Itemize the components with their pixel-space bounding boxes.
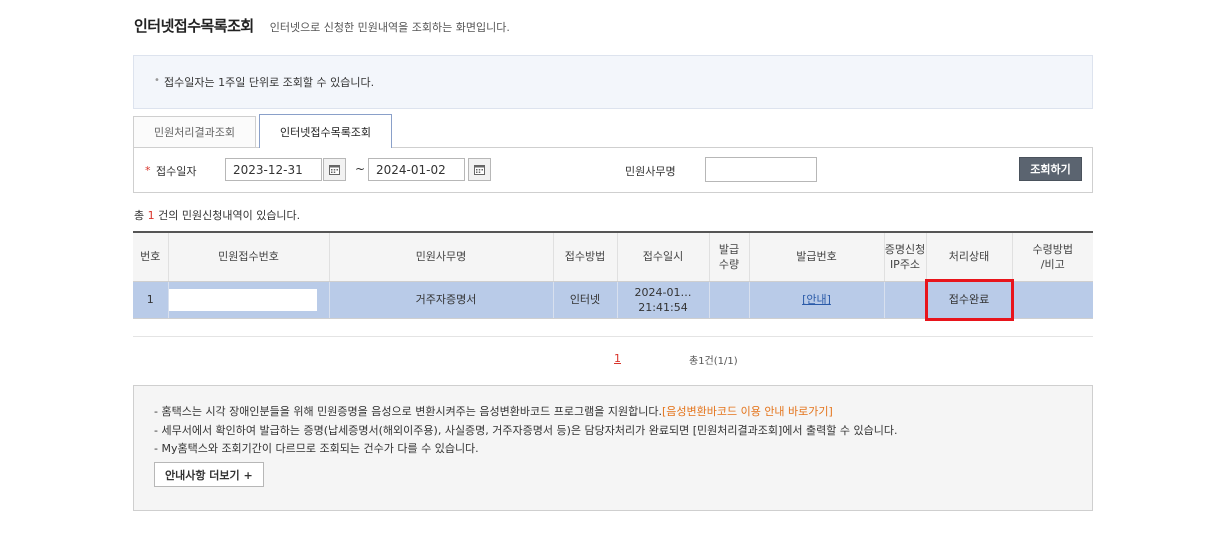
office-name-label: 민원사무명 [625,165,676,178]
date-separator: ~ [355,162,366,176]
cell-receive [1012,281,1093,319]
result-count-number: 1 [147,209,155,222]
cell-status: 접수완료 [924,278,1014,321]
barcode-guide-link[interactable]: [음성변환바코드 이용 안내 바로가기] [662,405,833,418]
page-total: 총1건(1/1) [689,356,738,367]
date-to-input[interactable]: 2024-01-02 [368,158,465,181]
info-line-1: - 홈택스는 시각 장애인분들을 위해 민원증명을 음성으로 변환시켜주는 음성… [154,405,833,418]
date-from-input[interactable]: 2023-12-31 [225,158,322,181]
header-ip: 증명신청 IP주소 [884,231,927,282]
cell-receipt-no [168,281,330,319]
date-label: 접수일자 [156,165,197,178]
header-issue-qty: 발급 수량 [709,231,750,282]
office-name-input[interactable] [705,157,817,182]
more-info-button[interactable]: 안내사항 더보기 + [154,462,264,487]
notice-text: 접수일자는 1주일 단위로 조회할 수 있습니다. [164,76,375,89]
page-link-1[interactable]: 1 [614,352,621,365]
cell-issue-no: [안내] [749,281,885,319]
info-line-3: - My홈택스와 조회기간이 다르므로 조회되는 건수가 다를 수 있습니다. [154,442,479,455]
header-status: 처리상태 [926,231,1013,282]
cell-method: 인터넷 [553,281,618,319]
header-office-name: 민원사무명 [329,231,554,282]
page-subtitle: 인터넷으로 신청한 민원내역을 조회하는 화면입니다. [269,21,510,34]
info-line-2: - 세무서에서 확인하여 발급하는 증명(납세증명서(해외이주용), 사실증명,… [154,424,898,437]
search-button[interactable]: 조회하기 [1019,157,1082,181]
tab-bar: 민원처리결과조회 인터넷접수목록조회 [133,114,395,148]
calendar-icon [474,165,485,175]
header-no: 번호 [133,231,169,282]
page-title: 인터넷접수목록조회 [134,17,254,35]
bullet-icon: • [154,75,160,86]
receipt-table: 번호 민원접수번호 민원사무명 접수방법 접수일시 발급 수량 발급번호 증명신… [133,231,1093,321]
header-receipt-no: 민원접수번호 [168,231,330,282]
header-receive: 수령방법 /비고 [1012,231,1093,282]
redacted-receipt-no [168,288,317,311]
cell-office-name: 거주자증명서 [329,281,554,319]
tab-result-inquiry[interactable]: 민원처리결과조회 [133,116,256,147]
calendar-to-button[interactable] [468,158,491,181]
status-text: 접수완료 [948,293,990,306]
table-header-row: 번호 민원접수번호 민원사무명 접수방법 접수일시 발급 수량 발급번호 증명신… [133,231,1093,282]
header-method: 접수방법 [553,231,618,282]
calendar-icon [329,165,340,175]
header-datetime: 접수일시 [617,231,710,282]
info-box: - 홈택스는 시각 장애인분들을 위해 민원증명을 음성으로 변환시켜주는 음성… [133,385,1093,511]
page-header: 인터넷접수목록조회 인터넷으로 신청한 민원내역을 조회하는 화면입니다. [134,15,510,36]
cell-datetime: 2024-01… 21:41:54 [617,281,710,319]
required-mark: * [145,164,151,177]
guide-link[interactable]: [안내] [802,293,831,306]
cell-no: 1 [133,281,169,319]
tab-internet-receipt-list[interactable]: 인터넷접수목록조회 [258,114,393,148]
cell-issue-qty [709,281,750,319]
cell-ip [884,281,927,319]
notice-box: • 접수일자는 1주일 단위로 조회할 수 있습니다. [133,55,1093,109]
result-count: 총 1 건의 민원신청내역이 있습니다. [134,209,301,222]
calendar-from-button[interactable] [323,158,346,181]
table-row[interactable]: 1 거주자증명서 인터넷 2024-01… 21:41:54 [안내] 접수완료 [133,278,1093,321]
search-form: * 접수일자 2023-12-31 ~ 2024-01-02 민원사무명 조회하… [133,147,1093,193]
header-issue-no: 발급번호 [749,231,885,282]
divider [133,336,1093,337]
